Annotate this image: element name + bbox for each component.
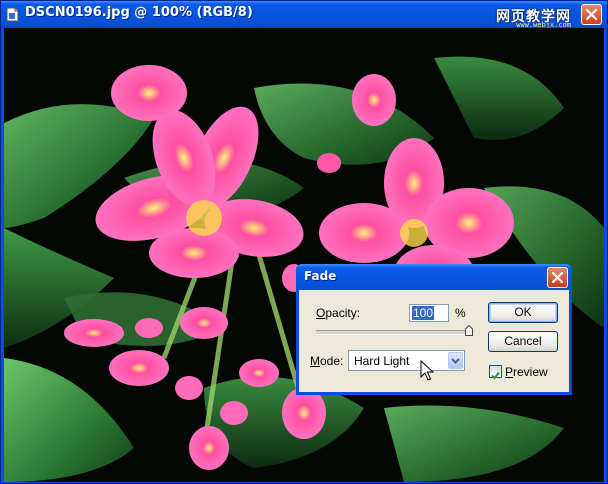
mode-select-value: Hard Light xyxy=(354,354,410,368)
cancel-button[interactable]: Cancel xyxy=(488,331,558,352)
mode-dropdown-button[interactable] xyxy=(448,352,463,369)
close-icon xyxy=(585,8,598,21)
mouse-pointer-icon xyxy=(420,360,434,381)
photoshop-document-icon xyxy=(6,7,19,22)
fade-dialog: Fade Opacity: 100 % Mode: Hard Light OK … xyxy=(296,264,572,395)
window-close-button[interactable] xyxy=(581,4,602,25)
opacity-input[interactable]: 100 xyxy=(409,304,449,322)
document-titlebar[interactable]: DSCN0196.jpg @ 100% (RGB/8) 网页教学网 www.we… xyxy=(1,1,607,29)
preview-checkbox[interactable] xyxy=(489,365,502,380)
document-window: DSCN0196.jpg @ 100% (RGB/8) 网页教学网 www.we… xyxy=(0,0,608,484)
document-title: DSCN0196.jpg @ 100% (RGB/8) xyxy=(25,5,253,20)
opacity-label: Opacity: xyxy=(316,306,361,320)
check-icon xyxy=(491,371,500,380)
close-icon xyxy=(551,271,564,284)
flower-photo xyxy=(4,28,604,482)
mode-label: Mode: xyxy=(310,354,344,368)
opacity-slider-track[interactable] xyxy=(316,330,468,335)
fade-dialog-close-button[interactable] xyxy=(547,267,568,288)
opacity-unit: % xyxy=(455,306,466,320)
chevron-down-icon xyxy=(451,358,460,364)
fade-dialog-title: Fade xyxy=(304,269,337,283)
preview-label: Preview xyxy=(505,365,548,379)
opacity-value: 100 xyxy=(412,306,435,320)
opacity-slider-thumb[interactable] xyxy=(465,325,473,336)
fade-dialog-titlebar[interactable]: Fade xyxy=(296,264,572,290)
mode-select[interactable]: Hard Light xyxy=(348,350,465,371)
image-canvas[interactable] xyxy=(4,28,604,482)
ok-button[interactable]: OK xyxy=(488,302,558,323)
